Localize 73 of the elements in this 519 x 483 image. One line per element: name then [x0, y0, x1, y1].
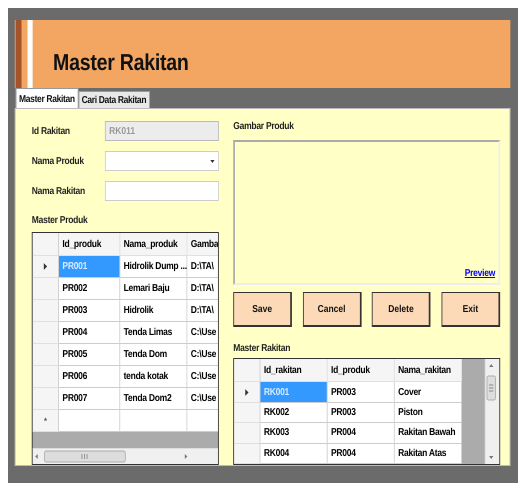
table-cell: Hidrolik: [120, 300, 188, 322]
row-header-cell[interactable]: *: [32, 410, 59, 432]
row-header-cell[interactable]: [32, 278, 59, 300]
field-label: Nama Produk: [32, 156, 84, 166]
table-cell: tenda kotak: [120, 366, 188, 388]
table-cell: C:\Use: [187, 322, 218, 344]
table-cell: Tenda Limas: [120, 322, 188, 344]
table-cell: Piston: [394, 402, 462, 424]
table-cell: Rakitan Atas: [394, 444, 462, 464]
table-cell: Cover: [394, 382, 462, 403]
row-header-cell[interactable]: [32, 256, 59, 278]
table-cell: PR006: [59, 366, 120, 388]
table-cell: RK003: [260, 423, 328, 444]
table-cell: PR003: [59, 300, 120, 322]
table-cell: C:\Use: [187, 366, 218, 388]
preview-link[interactable]: Preview: [464, 268, 496, 280]
table-cell: PR004: [328, 423, 395, 444]
row-header-cell[interactable]: [234, 444, 260, 464]
table-cell: PR002: [59, 278, 120, 300]
row-header-cell[interactable]: [32, 322, 59, 344]
field-label: Id Rakitan: [32, 126, 70, 136]
column-header[interactable]: Id_produk: [59, 233, 120, 256]
table-cell: D:\TA\: [187, 300, 218, 322]
row-header-cell[interactable]: [32, 388, 59, 410]
action-button[interactable]: Save: [233, 292, 292, 328]
table-cell: Lemari Baju: [120, 278, 188, 300]
table-cell: RK001: [260, 382, 328, 403]
section-label: Master Produk: [32, 215, 89, 226]
table-cell: PR003: [328, 382, 395, 403]
row-header-cell[interactable]: [234, 423, 260, 444]
tab[interactable]: Master Rakitan: [16, 88, 78, 108]
column-header[interactable]: Nama_rakitan: [394, 359, 462, 382]
new-row-marker: *: [44, 416, 47, 426]
column-header[interactable]: Id_produk: [328, 359, 395, 382]
table-cell: PR003: [328, 402, 395, 424]
row-header-cell[interactable]: [32, 300, 59, 322]
row-header-cell[interactable]: [32, 366, 59, 388]
horizontal-scrollbar[interactable]: [32, 448, 218, 464]
column-header[interactable]: Id_rakitan: [260, 359, 328, 382]
table-cell: Tenda Dom2: [120, 388, 188, 410]
row-header-cell[interactable]: [32, 344, 59, 366]
text-field[interactable]: [104, 181, 219, 201]
row-header-cell[interactable]: [234, 382, 260, 403]
corner-header-cell: [234, 359, 260, 382]
table-cell: PR001: [59, 256, 120, 278]
table-cell: C:\Use: [187, 388, 218, 410]
window-title: Master Rakitan: [53, 49, 189, 76]
table-cell: C:\Use: [187, 344, 218, 366]
corner-header-cell: [32, 233, 59, 256]
table-cell: Tenda Dom: [120, 344, 188, 366]
table-cell: PR005: [59, 344, 120, 366]
product-dropdown[interactable]: [104, 151, 219, 171]
tab[interactable]: Cari Data Rakitan: [78, 91, 150, 108]
table-cell: PR004: [328, 444, 395, 464]
dropdown-arrow-icon: [210, 160, 215, 162]
section-label: Gambar Produk: [233, 121, 295, 132]
column-header[interactable]: Nama_produk: [120, 233, 188, 256]
table-cell: Hidrolik Dump ...: [120, 256, 188, 278]
table-cell: PR004: [59, 322, 120, 344]
table-cell: RK004: [260, 444, 328, 464]
table-cell: PR007: [59, 388, 120, 410]
table-cell: Rakitan Bawah: [394, 423, 462, 444]
action-button[interactable]: Exit: [441, 292, 500, 328]
row-header-cell[interactable]: [234, 402, 260, 424]
vertical-scrollbar[interactable]: [484, 359, 500, 464]
table-cell: RK002: [260, 402, 328, 424]
table-cell: D:\TA\: [187, 256, 218, 278]
action-button[interactable]: Delete: [372, 292, 431, 328]
action-button[interactable]: Cancel: [302, 292, 362, 328]
field-label: Nama Rakitan: [32, 186, 85, 196]
section-label: Master Rakitan: [233, 343, 292, 354]
table-cell: D:\TA\: [187, 278, 218, 300]
column-header[interactable]: Gamba: [187, 233, 218, 256]
